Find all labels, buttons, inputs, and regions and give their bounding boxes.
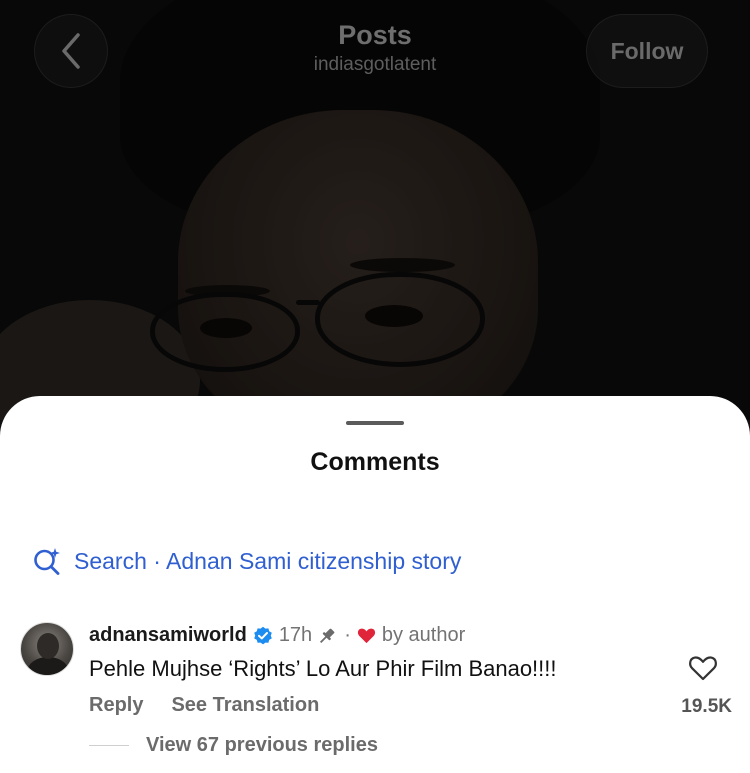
liked-by-author-label: by author xyxy=(381,624,466,646)
comment-text: Pehle Mujhse ‘Rights’ Lo Aur Phir Film B… xyxy=(89,656,557,681)
comment-search-suggestion[interactable]: Search · Adnan Sami citizenship story xyxy=(32,546,461,576)
follow-button[interactable]: Follow xyxy=(586,14,708,88)
verified-badge-icon xyxy=(254,626,272,644)
header: Posts indiasgotlatent xyxy=(250,18,500,78)
comment-header: adnansamiworld 17h · by author xyxy=(89,624,465,647)
see-translation-button[interactable]: See Translation xyxy=(171,694,319,717)
back-chevron-icon xyxy=(62,33,80,69)
comment-time: 17h xyxy=(278,624,313,646)
search-suggestion-text[interactable]: Search · Adnan Sami citizenship story xyxy=(74,548,461,575)
back-button[interactable] xyxy=(34,14,108,88)
search-sparkle-icon xyxy=(34,548,60,575)
view-replies-button[interactable]: View 67 previous replies xyxy=(89,734,378,757)
pin-icon xyxy=(320,628,335,643)
sheet-grabber[interactable] xyxy=(346,421,404,425)
like-count: 19.5K xyxy=(681,696,732,717)
comment-actions: Reply See Translation xyxy=(89,694,319,717)
comments-sheet: Comments Search · Adnan Sami citizenship… xyxy=(0,396,750,773)
heart-icon xyxy=(357,628,375,644)
comment-username[interactable]: adnansamiworld xyxy=(89,624,247,647)
sheet-title: Comments xyxy=(310,448,440,476)
reply-button[interactable]: Reply xyxy=(89,694,143,717)
page-title: Posts xyxy=(338,20,412,50)
separator-dot: · xyxy=(344,624,351,646)
replies-divider xyxy=(89,745,129,746)
like-heart-icon[interactable] xyxy=(688,654,718,682)
view-replies-label[interactable]: View 67 previous replies xyxy=(146,734,378,757)
account-username[interactable]: indiasgotlatent xyxy=(250,52,500,78)
avatar[interactable] xyxy=(20,622,74,676)
